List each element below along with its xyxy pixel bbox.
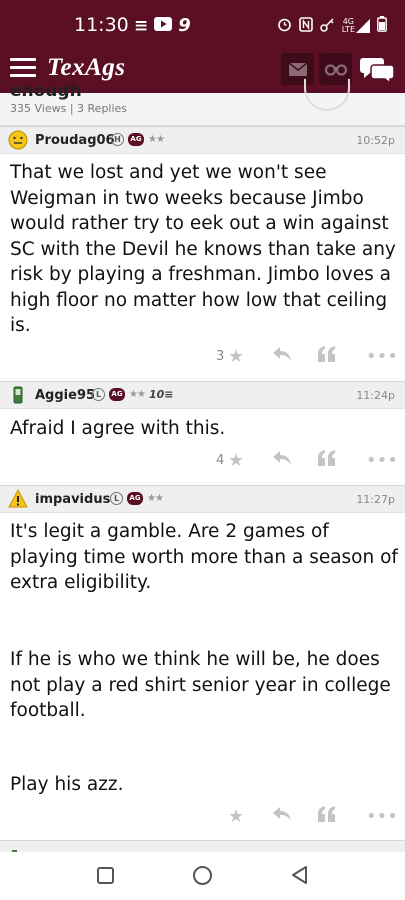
hamburger-menu-icon[interactable] [10,58,36,80]
post-actions: 3 ★ ••• [0,345,405,371]
more-icon[interactable]: ••• [366,806,398,827]
post-header: Proudag06 H AG ★★ 10:52p [0,126,405,154]
envelope-icon [288,62,307,76]
rank-stars: ★★ [147,493,164,504]
quote-icon[interactable] [318,346,336,367]
more-icon[interactable]: ••• [366,346,398,367]
chat-bubbles-icon [359,58,394,84]
next-post-header [0,840,405,852]
quote-icon[interactable] [318,450,336,471]
status-notification-icons: ≡ 9 [134,15,191,36]
ag-badge: AG [109,388,125,401]
home-button[interactable] [193,866,212,885]
post-username[interactable]: impavidus [35,492,110,507]
more-icon[interactable]: ••• [366,450,398,471]
post-body: It's legit a gamble. Are 2 games of play… [10,521,398,593]
star-icon[interactable]: ★ [228,806,244,827]
chat-button[interactable] [358,53,395,87]
ag-badge: AG [127,492,143,505]
phone-icon [10,845,20,852]
binoculars-icon [324,64,347,76]
signal-4g-icon: 4G LTE [342,18,370,34]
post-time: 10:52p [356,134,395,147]
level-badge: L [110,492,123,505]
level-badge: L [92,388,105,401]
texags-logo[interactable]: TexAgs [47,54,125,82]
user-badges: L AG ★★ 10≡ [92,388,173,401]
equals-icon: ≡ [134,15,149,36]
nfc-icon [298,16,313,36]
star-count: 3 [216,349,225,364]
post-header: impavidus L AG ★★ 11:27p [0,485,405,513]
battery-icon [377,16,387,36]
nine-icon: 9 [178,15,191,36]
thread-meta: enough 335 Views | 3 Replies [0,79,405,126]
reply-icon[interactable] [273,346,291,367]
post-body-paragraph: Play his azz. [10,774,124,795]
post-body: Afraid I agree with this. [10,418,226,439]
phone-icon [8,385,28,405]
user-badges: L AG ★★ [110,492,164,505]
star-count: 4 [216,453,225,468]
thread-title: enough [10,81,82,101]
post-username[interactable]: Aggie95 [35,388,95,403]
alarm-icon [277,17,292,36]
youtube-icon [154,16,173,35]
honor-badge: H [111,133,124,146]
post-header: Aggie95 L AG ★★ 10≡ 11:24p [0,381,405,409]
recent-apps-button[interactable] [97,867,114,884]
post-time: 11:24p [356,389,395,402]
thread-stats: 335 Views | 3 Replies [10,102,128,115]
ag-badge: AG [128,133,144,146]
back-button[interactable] [290,865,310,889]
reply-icon[interactable] [273,806,291,827]
rank-stars: ★★ [148,134,165,145]
post-body: That we lost and yet we won't see Weigma… [10,162,396,336]
status-system-icons: 4G LTE [277,16,387,36]
thread-avatar [304,79,350,111]
post-username[interactable]: Proudag06 [35,133,115,148]
star-icon[interactable]: ★ [228,450,244,471]
post-actions: ★ ••• [0,805,405,831]
status-bar: 11:30 ≡ 9 4G LTE [0,0,405,50]
user-badges: H AG ★★ [111,133,165,146]
key-icon [319,17,335,36]
status-time: 11:30 [74,14,129,36]
quote-icon[interactable] [318,806,336,827]
star-icon[interactable]: ★ [228,346,244,367]
post-body-paragraph: If he is who we think he will be, he doe… [10,649,391,721]
post-actions: 4 ★ ••• [0,449,405,475]
ten-badge: 10≡ [148,388,174,401]
smiley-face-icon [8,130,28,150]
rank-stars: ★★ [129,389,146,400]
warning-icon [8,488,28,509]
system-nav-bar [0,852,405,900]
reply-icon[interactable] [273,450,291,471]
post-time: 11:27p [356,493,395,506]
